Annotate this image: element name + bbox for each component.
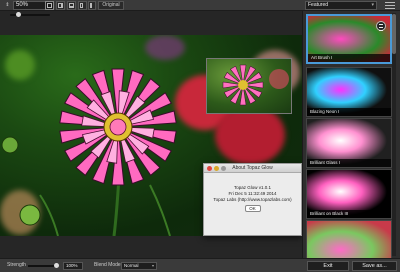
side-by-side-icon — [80, 3, 83, 8]
chevron-down-icon: ▾ — [151, 263, 154, 268]
strength-label: Strength — [7, 262, 26, 268]
strength-input[interactable]: 100% — [63, 262, 83, 270]
preset-category-value: Featured — [308, 2, 329, 8]
preset-item[interactable]: Brilliant Glass I — [306, 118, 392, 168]
zoom-slider-knob[interactable] — [16, 12, 21, 17]
hamburger-menu-icon[interactable] — [385, 2, 395, 9]
preset-menu-icon[interactable] — [376, 21, 386, 31]
single-view-button[interactable] — [45, 1, 54, 10]
preset-label: Blazing Neon I — [307, 108, 391, 116]
bottom-bar: Strength 100% Blend Mode Normal ▾ Exit S… — [0, 258, 400, 272]
company-text: Topaz Labs (http://www.topazlabs.com) — [213, 197, 292, 202]
dual-view-icon — [90, 3, 92, 8]
ok-button[interactable]: OK — [244, 205, 261, 212]
preset-label: Art Brush I — [308, 54, 390, 62]
zoom-value: 50% — [16, 2, 29, 8]
single-view-icon — [47, 3, 52, 8]
preset-label: Brilliant Glass I — [307, 159, 391, 167]
preset-item[interactable]: Blazing Neon I — [306, 67, 392, 117]
split-vertical-button[interactable] — [56, 1, 65, 10]
preset-label: Brilliant on Black III — [307, 210, 391, 218]
zoom-stepper[interactable]: ⇕ — [3, 2, 12, 9]
blend-mode-value: Normal — [124, 263, 139, 268]
dialog-titlebar: About Topaz Glow — [204, 164, 301, 173]
dialog-body: Topaz Glow v1.0.1 Fri Dec 5 11:32:49 201… — [204, 173, 301, 212]
strength-slider-knob[interactable] — [54, 263, 59, 268]
topaz-glow-window: ⇕ 50% ▾ Original Featured ▾ — [0, 0, 400, 272]
preset-item[interactable] — [306, 220, 392, 258]
preset-item[interactable]: Art Brush I — [306, 14, 392, 64]
preset-item[interactable]: Brilliant on Black III — [306, 169, 392, 219]
preset-sidebar: Art Brush I Blazing Neon I Brilliant Gla… — [302, 11, 400, 258]
split-vertical-icon — [58, 3, 63, 8]
sidebar-scrollbar-thumb[interactable] — [392, 14, 396, 54]
chevron-down-icon: ▾ — [371, 2, 374, 8]
dialog-title: About Topaz Glow — [232, 165, 273, 171]
blend-mode-select[interactable]: Normal ▾ — [121, 262, 157, 270]
navigator-thumbnail[interactable] — [206, 58, 292, 114]
save-as-button[interactable]: Save as... — [352, 261, 397, 271]
top-toolbar: ⇕ 50% ▾ Original Featured ▾ — [0, 0, 400, 11]
dual-view-button[interactable] — [88, 1, 96, 10]
navigator-flower — [222, 64, 289, 106]
side-by-side-button[interactable] — [78, 1, 87, 10]
preset-category-select[interactable]: Featured ▾ — [305, 1, 377, 10]
about-dialog: About Topaz Glow Topaz Glow v1.0.1 Fri D… — [203, 163, 302, 236]
exit-button[interactable]: Exit — [307, 261, 349, 271]
original-button[interactable]: Original — [98, 1, 124, 10]
split-horizontal-icon — [69, 3, 74, 8]
split-horizontal-button[interactable] — [67, 1, 76, 10]
blend-mode-label: Blend Mode — [94, 262, 121, 268]
